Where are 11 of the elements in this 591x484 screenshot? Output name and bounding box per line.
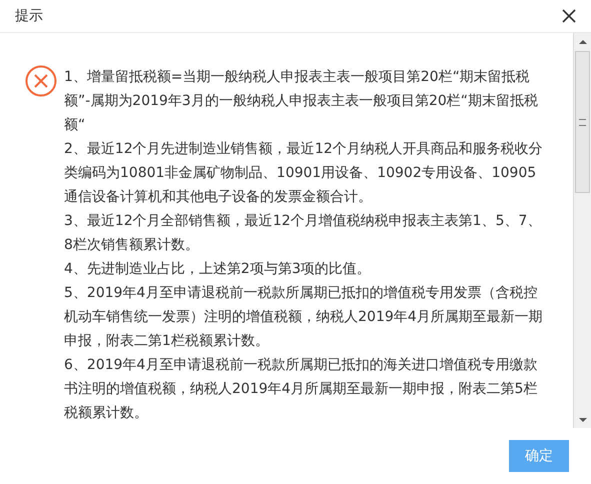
message-paragraph: 5、2019年4月至申请退税前一税款所属期已抵扣的增值税专用发票（含税控机动车销售统一发票）注明的增值税额，纳税人2019年4月所属期至最新一期申报，附表二第1栏税额累计数。: [64, 284, 544, 351]
confirm-button[interactable]: 确定: [509, 440, 569, 472]
dialog-title: 提示: [15, 7, 43, 25]
error-icon: [25, 65, 57, 97]
message-paragraph: 1、增量留抵税额=当期一般纳税人申报表主表一般项目第20栏“期末留抵税额”-属期为2019年3月的一般纳税人申报表主表一般项目第20栏“期末留抵税额“: [64, 68, 539, 135]
message-paragraph: 6、2019年4月至申请退税前一税款所属期已抵扣的海关进口增值税专用缴款书注明的增值税额，纳税人2019年4月所属期至最新一期申报，附表二第5栏税额累计数。: [64, 356, 538, 423]
message-paragraph: 4、先进制造业占比，上述第2项与第3项的比值。: [64, 260, 372, 279]
message-paragraph: 2、最近12个月先进制造业销售额，最近12个月纳税人开具商品和服务税收分类编码为10801非金属矿物制品、10901用设备、10902专用设备、10905通信设备计算机和其他电子设备的发票金额合计。: [64, 140, 544, 207]
message-paragraph: 3、最近12个月全部销售额，最近12个月增值税纳税申报表主表第1、5、7、8栏次销售额累计数。: [64, 212, 542, 255]
close-icon[interactable]: [562, 9, 576, 23]
scrollbar[interactable]: [573, 33, 591, 428]
